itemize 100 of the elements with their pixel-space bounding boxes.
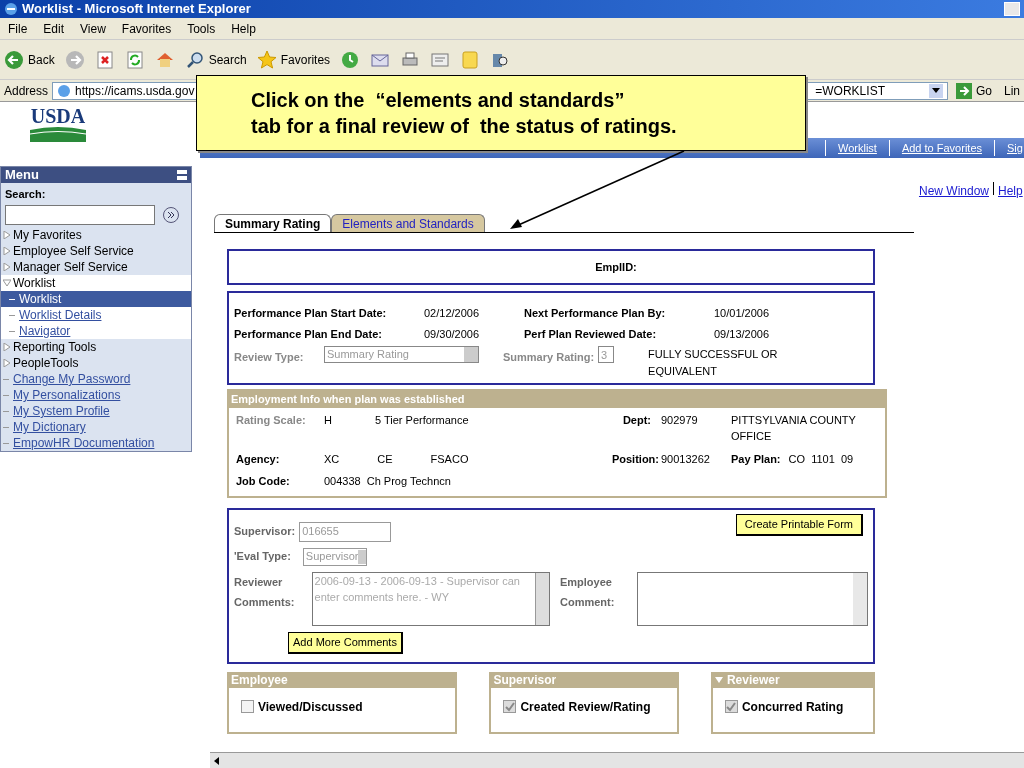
menu-link[interactable]: EmpowHR Documentation (13, 434, 155, 452)
toolbar-button[interactable] (124, 49, 145, 70)
checkbox[interactable] (724, 700, 738, 713)
section-title: Reviewer (726, 671, 780, 689)
field-value: 09/30/2006 (424, 326, 481, 342)
field-value: 004338 (324, 474, 361, 489)
field-label: EmplID: (595, 259, 637, 275)
menu-item[interactable]: File (8, 19, 28, 38)
section-title: Employee (231, 671, 288, 689)
menu-header: Menu (1, 167, 191, 183)
field-value: PITTSYLVANIA COUNTY OFFICE (731, 412, 857, 444)
go-button[interactable]: Go (951, 81, 996, 100)
checkbox-label: Concurred Rating (741, 698, 844, 716)
section-title: Supervisor (493, 671, 557, 689)
add-more-comments-button[interactable]: Add More Comments (288, 631, 403, 654)
expanded-triangle-icon (3, 279, 11, 287)
page-link[interactable]: Help (998, 182, 1024, 200)
toolbar-button[interactable]: Favorites (256, 49, 331, 70)
refresh-icon (124, 49, 145, 70)
field-label: Summary Rating: (503, 350, 595, 365)
checkbox-label: Created Review/Rating (520, 698, 651, 716)
field-label: Perf Plan Reviewed Date: (524, 326, 658, 342)
field-label: Rating Scale: (236, 413, 306, 426)
field-value: 10/01/2006 (714, 306, 771, 321)
field-value: 5 Tier Performance (375, 413, 469, 426)
horizontal-scrollbar[interactable] (210, 752, 1024, 768)
arrow-icon (955, 82, 972, 99)
toolbar-button[interactable]: Search (184, 49, 247, 70)
menu-item[interactable]: Help (231, 19, 256, 38)
menu-folder[interactable]: My Favorites (1, 227, 191, 243)
history-icon (340, 49, 361, 70)
field-label: Agency: (236, 452, 280, 465)
toolbar-button[interactable] (94, 49, 115, 70)
field-value: XC (324, 451, 340, 467)
employee-comment-field[interactable] (637, 571, 868, 626)
field-label: Pay Plan: (731, 451, 781, 467)
tab[interactable]: Elements and Standards (331, 214, 485, 232)
menu-item[interactable]: Tools (187, 19, 216, 38)
collapse-icon[interactable] (177, 170, 187, 180)
field-value: 02/12/2006 (424, 306, 481, 321)
field-value: CO 1101 09 (788, 451, 854, 467)
menu-folder[interactable]: Manager Self Service (1, 259, 191, 275)
toolbar-button[interactable]: Back (4, 49, 55, 70)
field-label: Position: (611, 452, 659, 465)
menu-subitem[interactable]: Worklist (1, 291, 191, 307)
stop-icon (94, 49, 115, 70)
checkbox[interactable] (503, 700, 517, 713)
field-label: 'Eval Type: (234, 549, 291, 565)
field-label: Review Type: (234, 350, 305, 365)
field-value: 902979 (661, 413, 698, 426)
callout-tooltip: Click on the “elements and standards” tab for a final review of the status of ratings. (196, 75, 806, 151)
address-label: Address (4, 82, 49, 100)
field-label: Employee Comment: (559, 574, 616, 610)
checkbox-label: Viewed/Discussed (258, 698, 363, 716)
field-label: Job Code: (236, 475, 290, 487)
menu-link[interactable]: My System Profile (13, 402, 110, 420)
window-title: Worklist - Microsoft Internet Explorer (22, 0, 251, 19)
menu-item[interactable]: View (80, 19, 106, 38)
usda-logo: USDA (30, 106, 86, 142)
scrollbar[interactable] (534, 572, 549, 625)
field-value: 90013262 (661, 452, 710, 465)
menu-folder[interactable]: Employee Self Service (1, 243, 191, 259)
create-printable-form-button[interactable]: Create Printable Form (735, 513, 863, 536)
expanded-triangle-icon[interactable] (714, 676, 723, 683)
menu-link[interactable]: Change My Password (13, 370, 131, 388)
nav-link[interactable]: Add to Favorites (888, 139, 994, 157)
field-value: CE (377, 451, 393, 467)
field-label: Performance Plan Start Date: (234, 306, 388, 321)
menu-item[interactable]: Favorites (121, 19, 172, 38)
section-title: Employment Info when plan was established (231, 393, 465, 405)
menu-subitem[interactable]: Worklist Details (1, 307, 191, 323)
field-label: Reviewer Comments: (234, 574, 296, 610)
menu-folder[interactable]: PeopleTools (1, 355, 191, 371)
search-field[interactable] (5, 205, 155, 225)
menu-item[interactable]: Edit (43, 19, 65, 38)
browser-icon (4, 2, 18, 16)
nav-link[interactable]: Sig (994, 139, 1024, 157)
search-label: Search: (5, 188, 46, 200)
links-label: Lin (1003, 82, 1020, 100)
field-label: Next Performance Plan By: (524, 306, 667, 321)
field-value: 09/13/2006 (714, 326, 771, 342)
field-label: Performance Plan End Date: (234, 326, 383, 342)
nav-link[interactable]: Worklist (825, 139, 889, 157)
field-value: Ch Prog Techncn (366, 474, 451, 489)
menu-subitem[interactable]: Navigator (1, 323, 191, 339)
menu-link[interactable]: My Personalizations (13, 386, 121, 404)
field-value: H (324, 413, 332, 426)
menu-link[interactable]: My Dictionary (13, 418, 86, 436)
page-icon (57, 83, 72, 98)
tab[interactable]: Summary Rating (214, 214, 332, 232)
menu-folder[interactable]: Reporting Tools (1, 339, 191, 355)
page-link[interactable]: New Window (918, 182, 989, 200)
field-label: Supervisor: (234, 524, 296, 540)
field-label: Dept: (622, 413, 651, 426)
menu-folder[interactable]: Worklist (1, 275, 191, 291)
field-value: FULLY SUCCESSFUL OR EQUIVALENT (648, 347, 779, 379)
toolbar-button[interactable] (340, 49, 361, 70)
checkbox[interactable] (241, 700, 254, 713)
star-icon (256, 49, 277, 70)
field-value: FSACO (430, 451, 469, 467)
